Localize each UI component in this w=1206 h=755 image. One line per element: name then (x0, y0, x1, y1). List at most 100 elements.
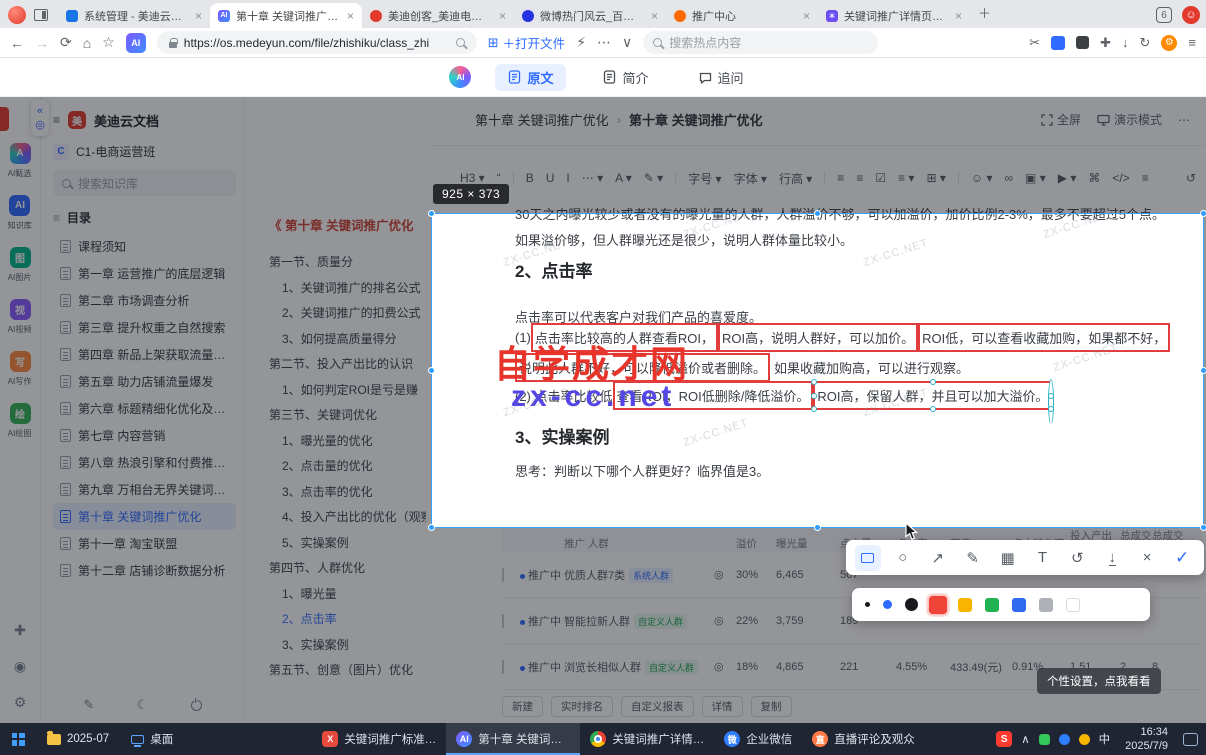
taskbar: 2025-07 桌面 X 关键词推广标准计... AI 第十章 关键词推广... 关… (0, 723, 1206, 755)
tab-ask[interactable]: 追问 (686, 64, 757, 91)
tab-title: 系统管理 - 美迪云管理 (84, 10, 189, 23)
downloads-icon[interactable]: ↓ (1122, 35, 1129, 50)
snip-selection-rect[interactable] (428, 210, 1206, 531)
extension-square-icon[interactable] (1076, 36, 1090, 49)
tab-close-icon[interactable]: × (651, 9, 658, 23)
tab-close-icon[interactable]: × (955, 9, 962, 23)
tab-close-icon[interactable]: × (803, 9, 810, 23)
refresh-button[interactable]: ⟳ (60, 34, 72, 51)
clock-date: 2025/7/9 (1125, 740, 1168, 752)
tab-count-badge[interactable]: 6 (1156, 7, 1172, 23)
folder-label: 2025-07 (67, 733, 110, 745)
browser-tab-1[interactable]: 系统管理 - 美迪云管理 × (58, 3, 210, 28)
tab-title: 关键词推广详情页_万相... (844, 10, 949, 23)
screenshot-icon[interactable]: ✂ (1029, 35, 1040, 51)
tray-icon-yellow[interactable] (1078, 733, 1090, 745)
apps-grid-icon[interactable] (1051, 35, 1066, 50)
home-button[interactable]: ⌂ (83, 35, 91, 51)
gear-icon: ⚙ (1164, 37, 1174, 48)
browser-tab-2-active[interactable]: AI 第十章 关键词推广优化 × (210, 3, 362, 28)
browser-settings-icon[interactable]: ⚙ (1161, 34, 1178, 51)
color-swatch-yellow[interactable] (958, 597, 972, 612)
selection-handle[interactable] (1200, 210, 1206, 217)
taskbar-app-excel[interactable]: X 关键词推广标准计... (312, 723, 446, 755)
color-swatch-green[interactable] (985, 597, 999, 612)
browser-tab-5[interactable]: 推广中心 × (666, 3, 818, 28)
taskbar-desktop[interactable]: 桌面 (120, 723, 184, 755)
extensions-puzzle-icon[interactable]: ✚ (1100, 35, 1111, 51)
color-swatch-gray[interactable] (1039, 597, 1053, 612)
tab-original-label: 原文 (527, 70, 554, 86)
ai-extension-icon[interactable]: AI (125, 32, 146, 53)
app-label: 第十章 关键词推广... (478, 734, 570, 746)
color-swatch-blue[interactable] (1012, 597, 1026, 612)
ai-assistant-logo[interactable]: AI (449, 66, 472, 88)
browser-tab-4[interactable]: 微博热门风云_百度搜索 × (514, 3, 666, 28)
snip-tool-text[interactable]: T (1029, 545, 1055, 571)
snip-tool-mosaic[interactable]: ▦ (995, 545, 1021, 571)
brush-size-medium-selected[interactable] (883, 600, 892, 609)
live-comments-icon: 直 (812, 731, 829, 747)
profile-avatar[interactable]: ☺ (1182, 6, 1200, 24)
snip-tool-pen[interactable]: ✎ (960, 545, 986, 571)
more-tools-icon[interactable]: ⋯ (597, 34, 611, 51)
browser-tab-3[interactable]: 美迪创客_美迪电商_美... × (362, 3, 514, 28)
browser-search-box[interactable]: 搜索热点内容 (643, 31, 879, 54)
sogou-ime-icon[interactable]: S (996, 731, 1013, 747)
selection-handle[interactable] (1200, 524, 1206, 531)
open-file-label: ＋打开文件 (502, 37, 566, 51)
start-button[interactable] (0, 723, 36, 755)
taskbar-app-live[interactable]: 直直播评论及观众 (802, 723, 925, 755)
document-icon (604, 70, 616, 84)
snip-tool-confirm[interactable]: ✓ (1169, 545, 1195, 571)
rect-icon (861, 552, 875, 563)
hidden-icons-chevron[interactable]: ∧ (1021, 732, 1029, 746)
selection-handle[interactable] (813, 210, 821, 217)
bookmark-button[interactable]: ☆ (102, 34, 115, 51)
taskbar-clock[interactable]: 16:34 2025/7/9 (1119, 725, 1174, 754)
snip-tool-arrow[interactable]: ↗ (925, 545, 951, 571)
snip-tool-ellipse[interactable]: ○ (890, 545, 916, 571)
taskbar-folder[interactable]: 2025-07 (36, 723, 120, 755)
color-swatch-red-selected[interactable] (928, 595, 948, 614)
tab-close-icon[interactable]: × (499, 9, 506, 23)
taskbar-app-browser-active[interactable]: AI 第十章 关键词推广... (446, 723, 581, 755)
search-in-url-icon[interactable] (455, 38, 465, 47)
history-icon[interactable]: ↻ (1140, 35, 1151, 51)
taskbar-app-wecom[interactable]: 微企业微信 (714, 723, 802, 755)
workspace-panel-icon[interactable] (34, 9, 48, 21)
snip-tool-close[interactable]: × (1134, 545, 1160, 571)
url-field[interactable]: https://os.medeyun.com/file/zhishiku/cla… (156, 31, 477, 54)
selection-handle[interactable] (428, 524, 435, 531)
dropdown-caret-icon[interactable]: ∨ (622, 34, 632, 51)
brush-size-small[interactable] (865, 602, 870, 607)
ime-language-indicator[interactable]: 中 (1099, 731, 1111, 747)
open-file-button[interactable]: ⊞ ＋打开文件 (488, 33, 565, 52)
snip-tool-save[interactable]: ↓ (1099, 545, 1125, 571)
tab-original[interactable]: 原文 (495, 63, 567, 91)
browser-logo-icon[interactable] (8, 6, 26, 24)
back-button[interactable]: ← (10, 35, 24, 51)
selection-handle[interactable] (428, 366, 435, 374)
snip-tool-rect[interactable] (854, 544, 881, 571)
selection-handle[interactable] (813, 524, 821, 531)
tab-summary[interactable]: 简介 (590, 64, 661, 91)
browser-menu-icon[interactable]: ≡ (1188, 35, 1196, 50)
brush-size-large[interactable] (905, 598, 918, 611)
tab-close-icon[interactable]: × (195, 9, 202, 23)
quick-action-icon[interactable]: ⚡ (576, 34, 586, 51)
notification-center-icon[interactable] (1183, 732, 1198, 746)
new-tab-button[interactable]: ＋ (978, 3, 991, 22)
grid-icon: ⊞ (487, 34, 499, 50)
color-swatch-white[interactable] (1066, 597, 1080, 612)
forward-button[interactable]: → (35, 35, 49, 51)
tab-close-icon[interactable]: × (347, 9, 354, 23)
selection-handle[interactable] (428, 210, 435, 217)
browser-tab-6[interactable]: ＊ 关键词推广详情页_万相... × (818, 3, 970, 28)
selection-handle[interactable] (1200, 366, 1206, 374)
taskbar-app-chrome[interactable]: 关键词推广详情页... (580, 723, 714, 755)
tray-icon-blue[interactable] (1058, 733, 1070, 745)
tray-icon-green[interactable] (1038, 733, 1050, 745)
snip-tool-undo[interactable]: ↺ (1064, 545, 1090, 571)
clock-time: 16:34 (1140, 725, 1168, 738)
